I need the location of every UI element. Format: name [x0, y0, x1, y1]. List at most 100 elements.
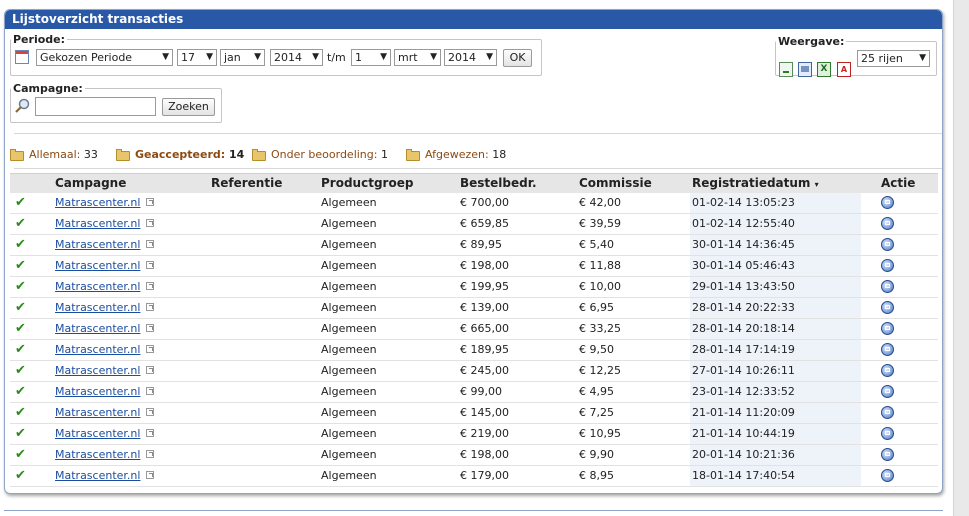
- rows-per-page-select[interactable]: 25 rijen ▼: [857, 50, 930, 67]
- view-details-icon[interactable]: [881, 364, 894, 377]
- campagne-search-input[interactable]: [35, 97, 156, 116]
- view-details-icon[interactable]: [881, 427, 894, 440]
- campagne-link[interactable]: Matrascenter.nl: [55, 445, 140, 465]
- productgroep-cell: Algemeen: [321, 385, 377, 398]
- col-registratiedatum[interactable]: Registratiedatum ▾: [692, 174, 819, 193]
- campagne-link[interactable]: Matrascenter.nl: [55, 256, 140, 276]
- campagne-link[interactable]: Matrascenter.nl: [55, 361, 140, 381]
- registratiedatum-cell: 28-01-14 17:14:19: [692, 343, 795, 356]
- col-bestelbedr[interactable]: Bestelbedr.: [460, 174, 537, 193]
- table-row: ✔ Matrascenter.nl Algemeen € 198,00 € 11,88 3…: [10, 256, 938, 277]
- accepted-check-icon: ✔: [15, 468, 26, 483]
- external-link-icon[interactable]: [146, 471, 154, 479]
- period-type-select[interactable]: Gekozen Periode ▼: [36, 49, 173, 66]
- bestelbedr-cell: € 139,00: [460, 301, 509, 314]
- campagne-link[interactable]: Matrascenter.nl: [55, 235, 140, 255]
- registratiedatum-cell: 23-01-14 12:33:52: [692, 385, 795, 398]
- from-day-select[interactable]: 17 ▼: [177, 49, 217, 66]
- col-commissie[interactable]: Commissie: [579, 174, 652, 193]
- view-details-icon[interactable]: [881, 469, 894, 482]
- view-details-icon[interactable]: [881, 343, 894, 356]
- view-details-icon[interactable]: [881, 301, 894, 314]
- productgroep-cell: Algemeen: [321, 196, 377, 209]
- external-link-icon[interactable]: [146, 261, 154, 269]
- campagne-link[interactable]: Matrascenter.nl: [55, 382, 140, 402]
- col-productgroep[interactable]: Productgroep: [321, 174, 413, 193]
- campagne-link[interactable]: Matrascenter.nl: [55, 319, 140, 339]
- accepted-check-icon: ✔: [15, 195, 26, 210]
- commissie-cell: € 33,25: [579, 322, 621, 335]
- external-link-icon[interactable]: [146, 303, 154, 311]
- external-link-icon[interactable]: [146, 240, 154, 248]
- external-link-icon[interactable]: [146, 219, 154, 227]
- external-link-icon[interactable]: [146, 282, 154, 290]
- campagne-link[interactable]: Matrascenter.nl: [55, 214, 140, 234]
- separator-bottom: [14, 168, 942, 169]
- commissie-cell: € 9,90: [579, 448, 614, 461]
- table-row: ✔ Matrascenter.nl Algemeen € 189,95 € 9,50 28…: [10, 340, 938, 361]
- filter-label: Onder beoordeling:: [271, 148, 378, 161]
- col-referentie[interactable]: Referentie: [211, 174, 282, 193]
- view-details-icon[interactable]: [881, 406, 894, 419]
- campagne-link[interactable]: Matrascenter.nl: [55, 466, 140, 486]
- from-month-select[interactable]: jan ▼: [220, 49, 265, 66]
- external-link-icon[interactable]: [146, 429, 154, 437]
- to-day-select[interactable]: 1 ▼: [351, 49, 391, 66]
- panel-title: Lijstoverzicht transacties: [5, 10, 942, 29]
- productgroep-cell: Algemeen: [321, 448, 377, 461]
- view-details-icon[interactable]: [881, 259, 894, 272]
- external-link-icon[interactable]: [146, 408, 154, 416]
- bestelbedr-cell: € 245,00: [460, 364, 509, 377]
- view-details-icon[interactable]: [881, 217, 894, 230]
- view-details-icon[interactable]: [881, 448, 894, 461]
- to-year-select[interactable]: 2014 ▼: [444, 49, 497, 66]
- view-details-icon[interactable]: [881, 385, 894, 398]
- campagne-link[interactable]: Matrascenter.nl: [55, 340, 140, 360]
- calendar-icon[interactable]: [15, 50, 29, 64]
- sort-desc-icon: ▾: [814, 180, 819, 189]
- table-row: ✔ Matrascenter.nl Algemeen € 179,00 € 8,95 18…: [10, 466, 938, 487]
- external-link-icon[interactable]: [146, 450, 154, 458]
- table-row: ✔ Matrascenter.nl Algemeen € 659,85 € 39,59 0…: [10, 214, 938, 235]
- col-campagne[interactable]: Campagne: [55, 174, 126, 193]
- to-month-select[interactable]: mrt ▼: [394, 49, 441, 66]
- from-year-select[interactable]: 2014 ▼: [270, 49, 323, 66]
- view-details-icon[interactable]: [881, 196, 894, 209]
- filter-label: Afgewezen:: [425, 148, 489, 161]
- bestelbedr-cell: € 89,95: [460, 238, 502, 251]
- table-row: ✔ Matrascenter.nl Algemeen € 198,00 € 9,90 20…: [10, 445, 938, 466]
- external-link-icon[interactable]: [146, 324, 154, 332]
- filter-count: 18: [492, 148, 507, 161]
- table-row: ✔ Matrascenter.nl Algemeen € 99,00 € 4,95 23-…: [10, 382, 938, 403]
- accepted-check-icon: ✔: [15, 405, 26, 420]
- transactions-panel: Lijstoverzicht transacties Periode: Geko…: [4, 9, 943, 494]
- vertical-scrollbar[interactable]: [953, 0, 969, 516]
- external-link-icon[interactable]: [146, 366, 154, 374]
- bestelbedr-cell: € 145,00: [460, 406, 509, 419]
- zoeken-button[interactable]: Zoeken: [162, 98, 215, 116]
- campagne-link[interactable]: Matrascenter.nl: [55, 193, 140, 213]
- ok-button[interactable]: OK: [503, 49, 532, 67]
- export-icon[interactable]: [779, 62, 793, 77]
- campagne-link[interactable]: Matrascenter.nl: [55, 277, 140, 297]
- view-details-icon[interactable]: [881, 238, 894, 251]
- view-details-icon[interactable]: [881, 322, 894, 335]
- campagne-link[interactable]: Matrascenter.nl: [55, 403, 140, 423]
- external-link-icon[interactable]: [146, 345, 154, 353]
- external-link-icon[interactable]: [146, 387, 154, 395]
- accepted-check-icon: ✔: [15, 447, 26, 462]
- productgroep-cell: Algemeen: [321, 469, 377, 482]
- periode-legend: Periode:: [13, 33, 66, 46]
- accepted-check-icon: ✔: [15, 216, 26, 231]
- table-row: ✔ Matrascenter.nl Algemeen € 145,00 € 7,25 21…: [10, 403, 938, 424]
- accepted-check-icon: ✔: [15, 426, 26, 441]
- excel-icon[interactable]: X: [817, 62, 831, 77]
- pdf-icon[interactable]: A: [837, 62, 851, 77]
- campagne-link[interactable]: Matrascenter.nl: [55, 424, 140, 444]
- commissie-cell: € 8,95: [579, 469, 614, 482]
- external-link-icon[interactable]: [146, 198, 154, 206]
- view-details-icon[interactable]: [881, 280, 894, 293]
- print-icon[interactable]: [798, 62, 812, 77]
- campagne-link[interactable]: Matrascenter.nl: [55, 298, 140, 318]
- commissie-cell: € 4,95: [579, 385, 614, 398]
